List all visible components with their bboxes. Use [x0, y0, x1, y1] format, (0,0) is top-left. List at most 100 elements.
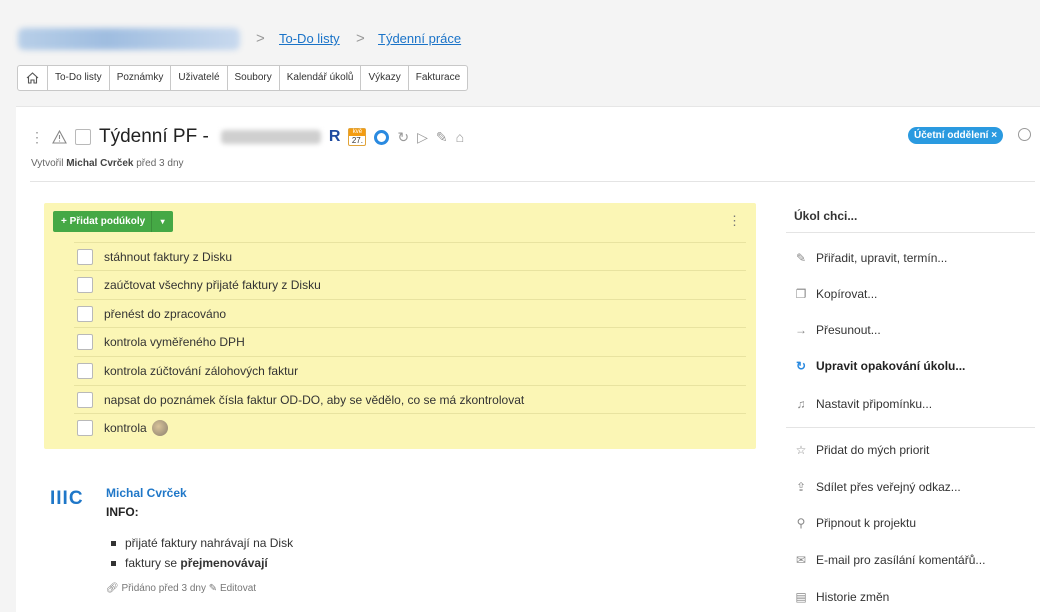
breadcrumb-separator: > [256, 30, 265, 47]
home-icon [26, 72, 39, 84]
action-copy[interactable]: ❐ Kopírovat... [794, 287, 878, 301]
company-name-blurred[interactable] [18, 28, 240, 50]
comment-bullet: faktury se přejmenovávají [111, 556, 268, 570]
avatar[interactable] [151, 419, 168, 436]
tag-icon[interactable]: ⌂ [456, 129, 464, 145]
comment-author[interactable]: Michal Cvrček [106, 486, 187, 500]
breadcrumb-separator: > [356, 30, 365, 47]
warning-icon[interactable] [52, 130, 67, 144]
comment-text: faktury se [125, 556, 178, 570]
repeat-icon: ↻ [795, 359, 807, 373]
task-checkbox[interactable] [75, 129, 91, 145]
subtask-checkbox[interactable] [77, 305, 93, 322]
action-label: Přidat do mých priorit [816, 443, 930, 457]
tab-task-calendar[interactable]: Kalendář úkolů [280, 66, 362, 90]
action-add-priority[interactable]: ☆ Přidat do mých priorit [794, 443, 930, 457]
assignee-name-blurred [220, 130, 321, 144]
action-label: Sdílet přes veřejný odkaz... [816, 480, 961, 494]
created-info: Vytvořil Michal Cvrček před 3 dny [31, 158, 184, 169]
subtask-row[interactable]: kontrola [74, 413, 746, 441]
subtask-row[interactable]: kontrola zúčtování zálohových faktur [74, 356, 746, 384]
action-label: Přesunout... [816, 323, 881, 337]
progress-circle-icon[interactable] [374, 129, 390, 145]
pencil-icon[interactable]: ✎ [436, 129, 448, 146]
subtask-checkbox[interactable] [77, 276, 93, 293]
link-icon: 🔗︎ [106, 583, 119, 594]
comment-added-time[interactable]: Přidáno před 3 dny [121, 583, 206, 594]
subtask-label: kontrola zúčtování zálohových faktur [104, 363, 299, 378]
play-icon[interactable]: ▷ [417, 129, 428, 146]
project-tabs: To-Do listy Poznámky Uživatelé Soubory K… [17, 65, 469, 91]
comment-meta: 🔗︎ Přidáno před 3 dny ✎ Editovat [106, 583, 256, 594]
actions-divider [786, 232, 1035, 233]
action-label: Nastavit připomínku... [816, 397, 933, 411]
subtask-checkbox[interactable] [77, 391, 93, 408]
subtask-label: napsat do poznámek čísla faktur OD-DO, a… [104, 392, 525, 407]
tab-notes[interactable]: Poznámky [110, 66, 172, 90]
action-label: Upravit opakování úkolu... [816, 359, 966, 373]
subtask-checkbox[interactable] [77, 248, 93, 265]
department-badge[interactable]: Účetní oddělení × [908, 127, 1004, 144]
pencil-icon: ✎ [795, 251, 807, 265]
subtask-row[interactable]: zaúčtovat všechny přijaté faktury z Disk… [74, 270, 746, 298]
subtasks-panel: + Přidat podúkoly ▾ ⋮ stáhnout faktury z… [44, 203, 756, 449]
pin-icon: ⚲ [796, 516, 806, 530]
breadcrumb-weekly-work[interactable]: Týdenní práce [378, 31, 461, 46]
subtask-checkbox[interactable] [77, 362, 93, 379]
tab-files[interactable]: Soubory [228, 66, 280, 90]
edit-comment-link[interactable]: Editovat [220, 583, 256, 594]
star-icon: ☆ [795, 443, 807, 457]
action-share-link[interactable]: ⇪ Sdílet přes veřejný odkaz... [794, 480, 961, 494]
due-day: 27. [351, 136, 363, 145]
add-subtasks-label: + Přidat podúkoly [61, 216, 146, 227]
comment-bullet: přijaté faktury nahrávají na Disk [111, 536, 293, 550]
subtask-checkbox[interactable] [77, 419, 93, 436]
action-history[interactable]: ▤ Historie změn [794, 590, 889, 604]
chevron-down-icon[interactable]: ▾ [151, 211, 173, 232]
due-date-icon[interactable]: kvě 27. [348, 128, 367, 146]
breadcrumb-todo-lists[interactable]: To-Do listy [279, 31, 340, 46]
created-by: Michal Cvrček [66, 158, 134, 169]
task-header: ⋮ Týdenní PF - R kvě 27. ↻ ▷ ✎ ⌂ [30, 126, 464, 148]
actions-divider [786, 427, 1035, 428]
due-month: kvě [349, 129, 366, 136]
repeat-icon[interactable]: ↻ [397, 129, 409, 146]
subtask-row[interactable]: kontrola vyměřeného DPH [74, 327, 746, 355]
more-options-icon[interactable]: ⋮ [728, 213, 741, 229]
subtask-row[interactable]: přenést do zpracováno [74, 299, 746, 327]
bell-icon: ♫ [796, 397, 806, 411]
add-subtasks-button[interactable]: + Přidat podúkoly ▾ [53, 211, 174, 232]
action-email-comments[interactable]: ✉ E-mail pro zasílání komentářů... [794, 553, 985, 567]
subtask-label: stáhnout faktury z Disku [104, 249, 233, 264]
tab-home[interactable] [18, 66, 48, 90]
comment-bold-text: přejmenovávají [180, 556, 268, 570]
action-label: Připnout k projektu [816, 516, 917, 530]
action-move[interactable]: → Přesunout... [794, 323, 881, 337]
tab-todo-lists[interactable]: To-Do listy [48, 66, 110, 90]
mail-icon: ✉ [795, 553, 807, 567]
subtask-label: zaúčtovat všechny přijaté faktury z Disk… [104, 277, 321, 292]
subtask-row[interactable]: napsat do poznámek čísla faktur OD-DO, a… [74, 385, 746, 413]
created-time: před 3 dny [136, 158, 184, 169]
arrow-right-icon: → [795, 323, 807, 337]
action-label: E-mail pro zasílání komentářů... [816, 553, 986, 567]
action-pin-project[interactable]: ⚲ Připnout k projektu [794, 516, 916, 530]
tab-reports[interactable]: Výkazy [361, 66, 409, 90]
task-title: Týdenní PF - [99, 126, 209, 147]
subtask-row[interactable]: stáhnout faktury z Disku [74, 242, 746, 270]
actions-title: Úkol chci... [794, 209, 858, 223]
action-label: Kopírovat... [816, 287, 878, 301]
tab-users[interactable]: Uživatelé [171, 66, 228, 90]
subtask-label: přenést do zpracováno [104, 306, 227, 321]
action-set-reminder[interactable]: ♫ Nastavit připomínku... [794, 397, 933, 411]
subtask-checkbox[interactable] [77, 333, 93, 350]
tab-invoicing[interactable]: Fakturace [409, 66, 467, 90]
clock-icon[interactable] [1018, 128, 1031, 141]
action-assign-edit[interactable]: ✎ Přiřadit, upravit, termín... [794, 251, 947, 265]
comment-heading: INFO: [106, 505, 139, 519]
action-label: Historie změn [816, 590, 890, 604]
subtask-label: kontrola [104, 420, 147, 435]
drag-handle-icon[interactable]: ⋮ [30, 129, 44, 146]
recurring-badge[interactable]: R [329, 128, 341, 146]
action-edit-recurrence[interactable]: ↻ Upravit opakování úkolu... [794, 359, 965, 373]
